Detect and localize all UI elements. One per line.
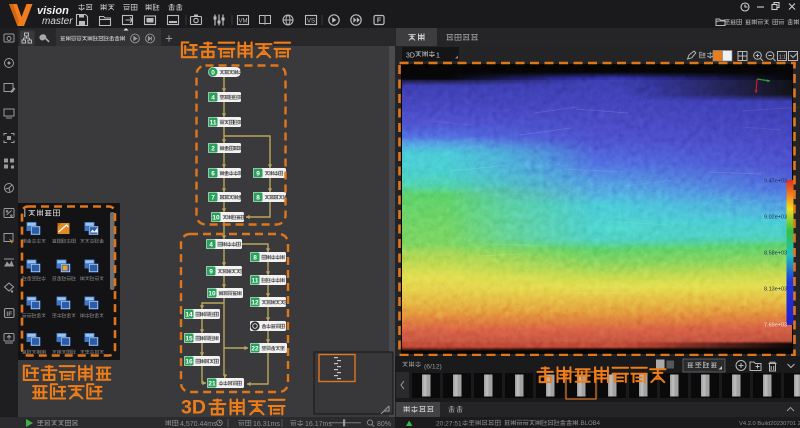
svg-text:8.13e+03: 8.13e+03	[764, 287, 787, 293]
svg-text:4,570.44ms: 4,570.44ms	[180, 421, 217, 428]
svg-text:16.31ms: 16.31ms	[253, 421, 280, 428]
svg-text:16.17ms: 16.17ms	[305, 421, 332, 428]
svg-text:9.02e+03: 9.02e+03	[764, 215, 787, 221]
svg-text:(6/12): (6/12)	[424, 364, 442, 371]
svg-text:V4.2.0 Build20230701 2: V4.2.0 Build20230701 2	[739, 421, 800, 427]
svg-text:1: 1	[436, 53, 440, 60]
svg-text:7.69e+03: 7.69e+03	[764, 323, 787, 329]
svg-text:1:1: 1:1	[779, 55, 786, 61]
svg-text:80%: 80%	[377, 421, 391, 428]
svg-text:3D: 3D	[406, 53, 415, 60]
svg-text:20:27:51: 20:27:51	[436, 421, 462, 428]
svg-text:8.58e+03: 8.58e+03	[764, 251, 787, 257]
svg-text:9.47e+03: 9.47e+03	[764, 179, 787, 185]
svg-text:.BLOB4: .BLOB4	[579, 421, 601, 427]
svg-text::: :	[500, 420, 502, 427]
